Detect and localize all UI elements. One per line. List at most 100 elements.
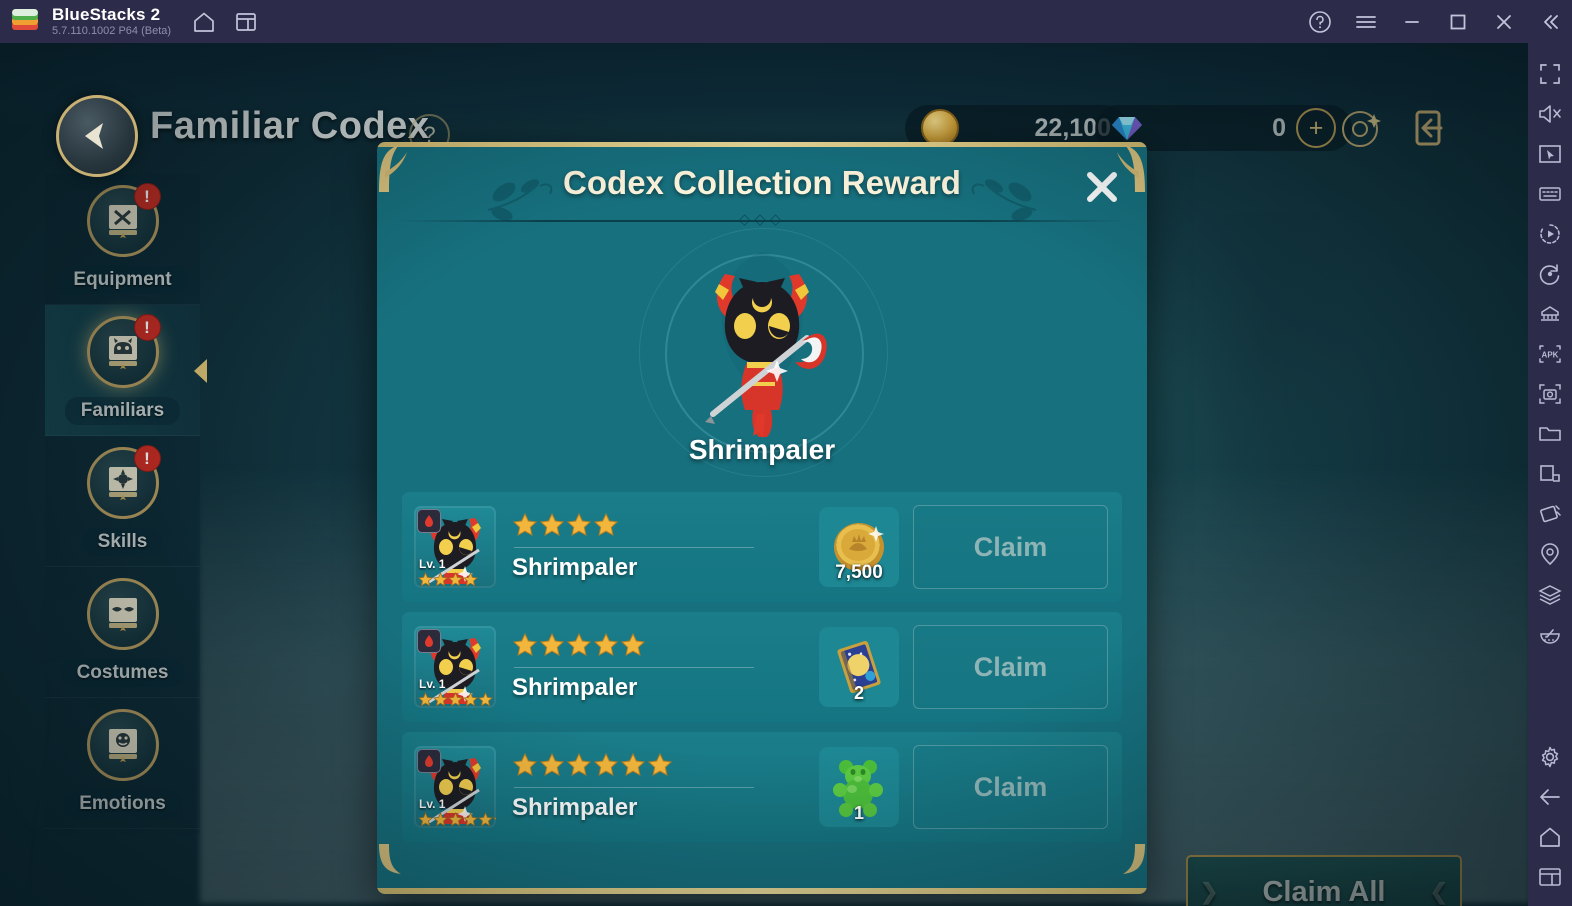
macro-play-icon[interactable] [1537,221,1563,247]
bluestacks-tool-rail: APK [1528,43,1572,906]
familiar-glyph-icon [108,335,137,369]
codex-collection-reward-modal: Codex Collection Reward ◇◇◇ Shrimpaler L… [377,142,1147,894]
fullscreen-icon[interactable] [1537,61,1563,87]
recents-icon[interactable] [1537,864,1563,890]
row-info: Shrimpaler [512,512,819,582]
svg-text:APK: APK [1542,351,1559,360]
rotate-icon[interactable] [1537,261,1563,287]
alert-badge: ! [133,313,161,341]
keyboard-icon[interactable] [1537,181,1563,207]
claim-button[interactable]: Claim [913,745,1108,829]
star-icon [566,632,592,656]
star-icon [593,632,619,656]
close-modal-button[interactable] [1079,164,1125,210]
alert-badge: ! [133,444,161,472]
target-icon [1342,111,1381,147]
modal-top-border [377,142,1147,147]
gem-amount: 0 [1272,113,1286,142]
claim-button[interactable]: Claim [913,625,1108,709]
bluestacks-titlebar: BlueStacks 2 5.7.110.1002 P64 (Beta) [0,0,1572,43]
fire-element-icon [417,749,441,773]
star-icon [539,752,565,776]
avatar: Lv. 1 [414,506,496,588]
familiar-book-icon: ! [86,313,161,388]
layers-icon[interactable] [1537,581,1563,607]
sidebar-item-equipment[interactable]: ! Equipment [45,174,200,305]
tilt-icon[interactable] [1537,501,1563,527]
target-button[interactable] [1338,105,1384,151]
mute-icon[interactable] [1537,101,1563,127]
sidebar-item-skills[interactable]: ! Skills [45,436,200,567]
skills-glyph-icon [108,466,137,500]
maximize-icon[interactable] [1446,10,1470,34]
resize-icon[interactable] [1537,461,1563,487]
claim-button[interactable]: Claim [913,505,1108,589]
shake-icon[interactable] [1537,621,1563,647]
hero-name: Shrimpaler [688,434,836,465]
reward-item[interactable]: 2 [819,627,899,707]
star-icon [448,572,463,587]
chevron-right-decoration: ❮ [1429,879,1448,904]
sidebar-item-emotions[interactable]: Emotions [45,698,200,829]
star-icon [463,572,478,587]
back-arrow-icon[interactable] [1537,784,1563,810]
back-button[interactable] [56,95,138,177]
home-icon[interactable] [1537,824,1563,850]
home-icon[interactable] [193,11,215,33]
bluestacks-logo-icon [12,8,38,34]
avatar-level: Lv. 1 [419,677,446,691]
star-icon [433,572,448,587]
gear-icon[interactable] [1537,744,1563,770]
sidebar-label-familiars: Familiars [64,396,181,425]
star-icon [418,572,433,587]
star-icon [463,692,478,707]
row-underline [514,787,754,788]
star-icon [539,512,565,536]
close-icon[interactable] [1492,10,1516,34]
folder-icon[interactable] [1537,421,1563,447]
emotion-glyph-icon [108,728,137,762]
star-icon [448,692,463,707]
reward-item[interactable]: 1 [819,747,899,827]
star-icon [593,752,619,776]
back-arrow-icon [85,123,103,149]
exit-button[interactable] [1408,105,1454,151]
menu-icon[interactable] [1354,10,1378,34]
divider-diamonds: ◇◇◇ [738,211,786,228]
star-icon [418,812,433,827]
row-info: Shrimpaler [512,632,819,702]
reward-item[interactable]: 7,500 [819,507,899,587]
star-icon [512,752,538,776]
close-icon [1087,172,1117,202]
help-icon[interactable] [1308,10,1332,34]
star-icon [478,692,493,707]
reward-quantity: 2 [853,683,865,703]
screen-root: Collection Achievement Complete Gold Col… [0,0,1572,906]
multi-instance-manager-icon[interactable] [1537,301,1563,327]
star-icon [593,512,619,536]
rarity-stars [512,752,819,778]
costume-book-icon [86,577,159,650]
sidebar-item-familiars[interactable]: ! Familiars [45,305,207,436]
minimize-icon[interactable] [1400,10,1424,34]
location-icon[interactable] [1537,541,1563,567]
star-icon [566,512,592,536]
multi-instance-icon[interactable] [235,11,257,33]
claim-all-button[interactable]: ❯ Claim All ❮ [1186,855,1462,906]
add-gems-button[interactable]: + [1296,108,1336,148]
avatar-stars [418,572,478,587]
app-title-block: BlueStacks 2 5.7.110.1002 P64 (Beta) [52,6,171,37]
star-icon [433,692,448,707]
equipment-book-icon: ! [86,182,161,257]
sidebar-item-costumes[interactable]: Costumes [45,567,200,698]
claim-button-label: Claim [973,531,1048,562]
cursor-icon[interactable] [1537,141,1563,167]
table-row: Lv. 1 [402,612,1122,722]
screenshot-icon[interactable] [1537,381,1563,407]
rarity-stars [512,632,819,658]
avatar: Lv. 1 [414,746,496,828]
apk-install-icon[interactable]: APK [1537,341,1563,367]
claim-button-label: Claim [973,651,1048,682]
collapse-icon[interactable] [1538,10,1562,34]
star-icon [418,692,433,707]
